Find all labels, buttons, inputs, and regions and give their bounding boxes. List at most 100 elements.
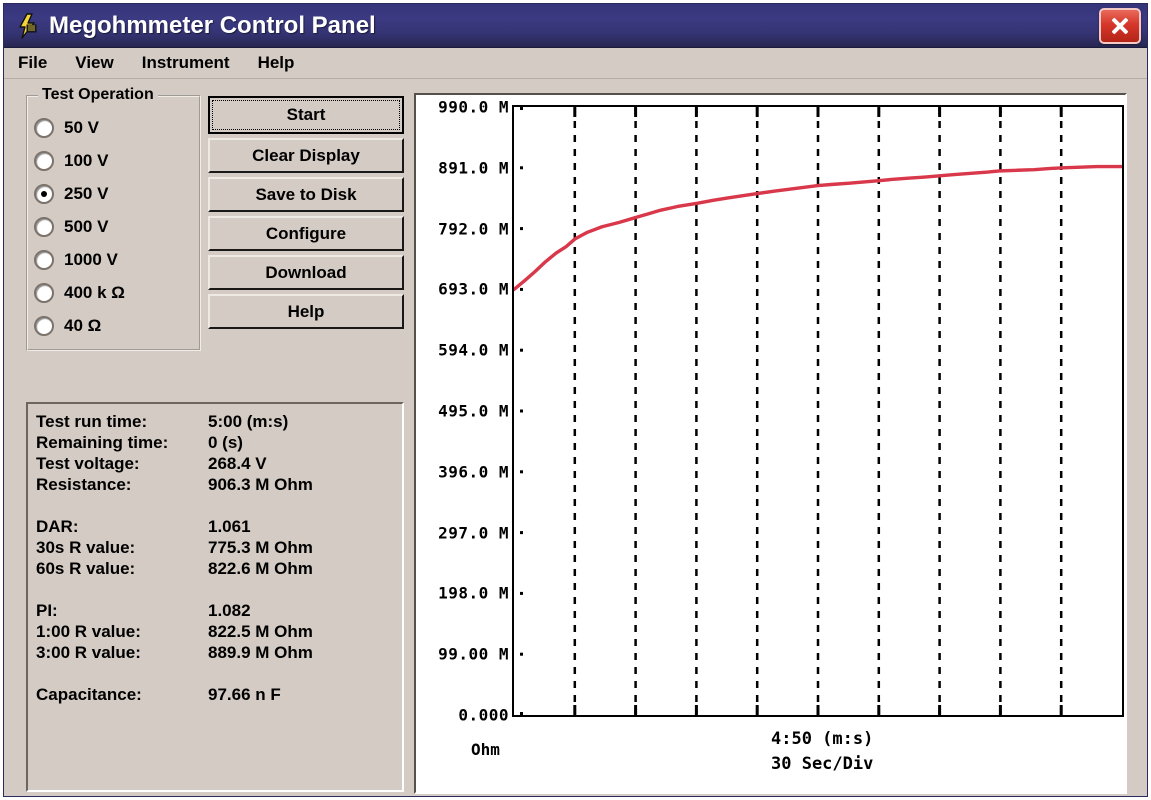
y-axis-tick-label: 297.0 M — [438, 523, 509, 543]
radio-label-500v: 500 V — [64, 216, 109, 236]
chart-div-label: 30 Sec/Div — [771, 754, 874, 774]
radio-icon-250v[interactable] — [34, 183, 54, 204]
menu-item-view[interactable]: View — [73, 52, 115, 74]
start-button-label: Start — [286, 105, 326, 124]
x-axis-info: 4:50 (m:s) 30 Sec/Div — [771, 727, 873, 777]
reading-row-dar: DAR: 1.061 — [36, 517, 402, 538]
radio-icon-50v[interactable] — [34, 117, 54, 138]
y-axis-tick-label: 990.0 M — [438, 97, 509, 117]
radio-label-400kohm: 400 k Ω — [64, 282, 125, 302]
radio-icon-100v[interactable] — [34, 150, 54, 171]
test-operation-radio-list: 50 V 100 V 250 V 500 V 1000 V 400 k Ω 40… — [28, 97, 199, 342]
reading-row-resistance: Resistance: 906.3 M Ohm — [36, 475, 402, 496]
y-axis-tick-label: 495.0 M — [438, 401, 509, 421]
axis-tick-y — [520, 107, 523, 110]
radio-label-50v: 50 V — [64, 117, 99, 137]
help-button[interactable]: Help — [208, 294, 404, 329]
test-operation-title: Test Operation — [38, 86, 158, 104]
start-button[interactable]: Start — [208, 96, 404, 134]
label-test-run-time: Test run time: — [36, 412, 148, 431]
radio-icon-400kohm[interactable] — [34, 282, 54, 303]
axis-tick-y — [520, 531, 523, 535]
radio-option-1000v[interactable]: 1000 V — [34, 243, 199, 276]
label-pi: PI: — [36, 601, 58, 620]
axis-tick-y — [520, 166, 523, 170]
axis-tick-y — [520, 287, 523, 291]
y-axis-tick-label: 891.0 M — [438, 158, 509, 178]
radio-icon-1000v[interactable] — [34, 249, 54, 270]
reading-spacer-3 — [36, 664, 402, 685]
y-axis-unit-label: Ohm — [471, 740, 500, 759]
radio-option-500v[interactable]: 500 V — [34, 210, 199, 243]
reading-row-test-run-time: Test run time: 5:00 (m:s) — [36, 412, 402, 433]
value-test-voltage: 268.4 V — [208, 454, 267, 473]
download-button[interactable]: Download — [208, 255, 404, 290]
value-30s-r-value: 775.3 M Ohm — [208, 538, 313, 557]
radio-option-400kohm[interactable]: 400 k Ω — [34, 276, 199, 309]
radio-label-100v: 100 V — [64, 150, 109, 170]
y-axis-tick-label: 0.000 — [458, 705, 509, 725]
axis-tick-y — [520, 348, 523, 352]
close-icon[interactable] — [1099, 7, 1141, 44]
menu-item-help[interactable]: Help — [256, 52, 297, 74]
reading-row-60s-r-value: 60s R value: 822.6 M Ohm — [36, 559, 402, 580]
axis-tick-y — [520, 470, 523, 474]
resistance-chart-panel: 0.000 99.00 M 198.0 M 297.0 M 396.0 M 495.0 M… — [414, 93, 1127, 794]
label-test-voltage: Test voltage: — [36, 454, 140, 473]
y-axis-tick-label: 594.0 M — [438, 340, 509, 360]
title-bar: Megohmmeter Control Panel — [4, 4, 1147, 48]
reading-row-pi: PI: 1.082 — [36, 601, 402, 622]
reading-row-30s-r-value: 30s R value: 775.3 M Ohm — [36, 538, 402, 559]
label-remaining-time: Remaining time: — [36, 433, 169, 452]
value-60s-r-value: 822.6 M Ohm — [208, 559, 313, 578]
value-test-run-time: 5:00 (m:s) — [208, 412, 289, 431]
value-3min-r-value: 889.9 M Ohm — [208, 643, 313, 662]
reading-spacer-1 — [36, 496, 402, 517]
radio-option-40ohm[interactable]: 40 Ω — [34, 309, 199, 342]
value-dar: 1.061 — [208, 517, 251, 536]
test-operation-group: Test Operation 50 V 100 V 250 V 500 V 10… — [26, 86, 201, 351]
data-series-line — [514, 164, 1122, 292]
radio-label-40ohm: 40 Ω — [64, 315, 102, 335]
axis-tick-y — [520, 227, 523, 231]
radio-label-250v: 250 V — [64, 183, 109, 203]
radio-option-250v[interactable]: 250 V — [34, 177, 199, 210]
axis-tick-y — [520, 591, 523, 595]
action-button-column: Start Clear Display Save to Disk Configu… — [208, 96, 404, 333]
app-icon — [14, 12, 40, 39]
value-remaining-time: 0 (s) — [208, 433, 243, 452]
value-resistance: 906.3 M Ohm — [208, 475, 313, 494]
measurement-results-panel: Test run time: 5:00 (m:s) Remaining time… — [26, 402, 404, 792]
reading-row-test-voltage: Test voltage: 268.4 V — [36, 454, 402, 475]
chart-duration-label: 4:50 (m:s) — [771, 729, 874, 749]
y-axis-tick-label: 198.0 M — [438, 583, 509, 603]
y-axis-tick-label: 792.0 M — [438, 219, 509, 239]
axis-tick-y — [520, 712, 523, 715]
menu-item-instrument[interactable]: Instrument — [140, 52, 232, 74]
y-axis-labels: 0.000 99.00 M 198.0 M 297.0 M 396.0 M 495.0 M… — [416, 95, 512, 792]
radio-option-50v[interactable]: 50 V — [34, 111, 199, 144]
radio-label-1000v: 1000 V — [64, 249, 118, 269]
save-to-disk-button[interactable]: Save to Disk — [208, 177, 404, 212]
clear-display-button[interactable]: Clear Display — [208, 138, 404, 173]
chart-inner: 0.000 99.00 M 198.0 M 297.0 M 396.0 M 495.0 M… — [416, 95, 1125, 792]
configure-button[interactable]: Configure — [208, 216, 404, 251]
window-body: Test Operation 50 V 100 V 250 V 500 V 10… — [4, 79, 1147, 796]
y-axis-tick-label: 396.0 M — [438, 462, 509, 482]
value-pi: 1.082 — [208, 601, 251, 620]
radio-option-100v[interactable]: 100 V — [34, 144, 199, 177]
reading-row-1min-r-value: 1:00 R value: 822.5 M Ohm — [36, 622, 402, 643]
radio-icon-500v[interactable] — [34, 216, 54, 237]
label-60s-r-value: 60s R value: — [36, 559, 136, 578]
app-window: Megohmmeter Control Panel File View Inst… — [3, 3, 1148, 797]
label-3min-r-value: 3:00 R value: — [36, 643, 141, 662]
radio-icon-40ohm[interactable] — [34, 315, 54, 336]
axis-tick-y — [520, 652, 523, 656]
menu-item-file[interactable]: File — [16, 52, 49, 74]
reading-spacer-2 — [36, 580, 402, 601]
plot-area — [512, 105, 1124, 717]
window-title: Megohmmeter Control Panel — [49, 11, 376, 39]
label-resistance: Resistance: — [36, 475, 132, 494]
value-1min-r-value: 822.5 M Ohm — [208, 622, 313, 641]
menu-bar: File View Instrument Help — [4, 48, 1147, 79]
